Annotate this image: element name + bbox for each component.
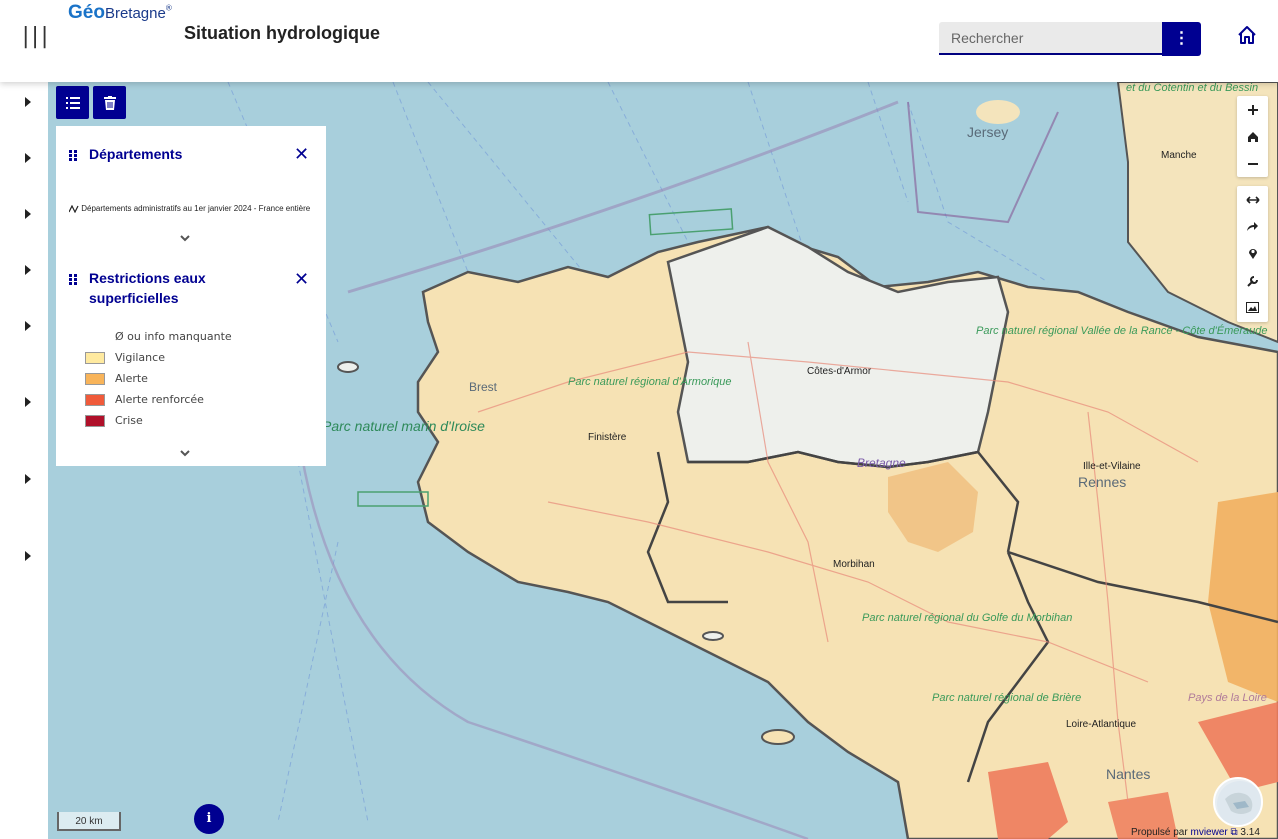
settings-button[interactable] [1237, 267, 1268, 294]
geolocate-button[interactable] [1237, 240, 1268, 267]
rail-expand-icon[interactable] [25, 209, 31, 219]
rail-expand-icon[interactable] [25, 474, 31, 484]
map-label-finistere: Finistère [588, 432, 627, 443]
map-label-nantes: Nantes [1106, 766, 1151, 782]
map-label-parc-rance: Parc naturel régional Vallée de la Rance… [976, 325, 1268, 338]
top-header: ||| GéoBretagne® Situation hydrologique … [0, 0, 1278, 82]
close-icon[interactable]: ✕ [294, 144, 309, 165]
list-icon [65, 96, 80, 109]
scale-bar: 20 km [57, 812, 121, 831]
share-button[interactable] [1237, 213, 1268, 240]
map-label-loire-atlantique: Loire-Atlantique [1066, 719, 1137, 730]
map-label-ille-vilaine: Ille-et-Vilaine [1083, 461, 1141, 472]
zoom-home-button[interactable] [1237, 123, 1268, 150]
map-label-bretagne: Bretagne [857, 456, 906, 470]
credit-text: Propulsé par mviewer ⧉ 3.14 [1131, 827, 1260, 838]
legend-swatch-alerte-renforcee [85, 394, 105, 406]
map-label-brest: Brest [469, 380, 498, 394]
map-label-parc-golfe: Parc naturel régional du Golfe du Morbih… [862, 612, 1072, 625]
legend-swatch-crise [85, 415, 105, 427]
info-button[interactable]: i [194, 804, 224, 834]
external-link-icon: ⧉ [1230, 827, 1238, 838]
legend-swatch-alerte [85, 373, 105, 385]
polyline-icon [68, 204, 79, 214]
rail-expand-icon[interactable] [25, 321, 31, 331]
legend-swatch-vigilance [85, 352, 105, 364]
search-options-button[interactable]: ⋮ [1162, 22, 1201, 56]
close-icon[interactable]: ✕ [294, 269, 309, 290]
trash-icon [103, 95, 116, 110]
mviewer-link[interactable]: mviewer [1190, 827, 1227, 838]
legend-title-line1: Restrictions eaux [89, 270, 206, 286]
measure-arrows-icon [1245, 195, 1260, 204]
share-arrow-icon [1247, 222, 1258, 231]
logo-reg-mark: ® [165, 3, 172, 13]
minus-icon [1247, 162, 1258, 165]
map-label-pays-loire: Pays de la Loire [1188, 692, 1267, 704]
legend-item-label: Vigilance [115, 351, 165, 364]
zoom-toolbar [1237, 96, 1268, 177]
legend-item-label: Crise [115, 414, 143, 427]
wrench-icon [1246, 275, 1258, 287]
drag-handle-icon[interactable] [69, 150, 79, 162]
left-rail [0, 82, 48, 839]
export-image-button[interactable] [1237, 294, 1268, 321]
rail-expand-icon[interactable] [25, 153, 31, 163]
layer-description-text: Départements administratifs au 1er janvi… [81, 204, 311, 213]
image-icon [1246, 302, 1259, 313]
map-marker-icon [1248, 249, 1257, 259]
measure-button[interactable] [1237, 186, 1268, 213]
chevron-down-icon[interactable] [180, 229, 190, 242]
map-label-rennes: Rennes [1078, 474, 1127, 490]
map-label-cotentin: et du Cotentin et du Bessin [1126, 82, 1259, 94]
map-label-cotes-armor: Côtes-d'Armor [807, 366, 872, 377]
logo-bretagne-text: Bretagne [104, 5, 166, 22]
chevron-down-icon[interactable] [180, 444, 190, 457]
overview-map[interactable] [1213, 777, 1263, 827]
zoom-out-button[interactable] [1237, 150, 1268, 177]
rail-expand-icon[interactable] [25, 97, 31, 107]
credit-prefix: Propulsé par [1131, 827, 1188, 838]
layer-list-button[interactable] [56, 86, 89, 119]
map-label-morbihan: Morbihan [833, 559, 875, 570]
rail-expand-icon[interactable] [25, 265, 31, 275]
rail-expand-icon[interactable] [25, 551, 31, 561]
legend-title-restrictions: Restrictions eaux superficielles [89, 268, 206, 308]
map-label-parc-armorique: Parc naturel régional d'Armorique [568, 376, 732, 389]
layer-description: Départements administratifs au 1er janvi… [68, 204, 311, 214]
tools-toolbar [1237, 186, 1268, 322]
rail-expand-icon[interactable] [25, 397, 31, 407]
zoom-in-button[interactable] [1237, 96, 1268, 123]
geobretagne-logo[interactable]: GéoBretagne® [68, 2, 172, 24]
clear-layers-button[interactable] [93, 86, 126, 119]
map-label-parc-briere: Parc naturel régional de Brière [932, 692, 1082, 704]
app-title: Situation hydrologique [184, 23, 380, 43]
drag-handle-icon[interactable] [69, 274, 79, 286]
map-label-manche: Manche [1161, 150, 1197, 161]
legend-panel: Départements ✕ Départements administrati… [56, 126, 326, 466]
map-label-jersey: Jersey [967, 124, 1009, 140]
legend-title-departements: Départements [89, 146, 183, 162]
search-input[interactable] [939, 22, 1162, 55]
map-label-parc-iroise: Parc naturel marin d'Iroise [322, 418, 485, 434]
legend-item-label: Alerte renforcée [115, 393, 204, 406]
home-icon[interactable] [1236, 24, 1258, 46]
legend-item-label: Alerte [115, 372, 148, 385]
logo-geo-text: Géo [68, 2, 105, 23]
legend-item-label: Ø ou info manquante [115, 330, 232, 343]
home-icon [1247, 131, 1258, 142]
hamburger-menu-icon[interactable]: ||| [22, 24, 50, 49]
legend-title-line2: superficielles [89, 290, 179, 306]
version-text: 3.14 [1240, 827, 1260, 838]
plus-icon [1247, 104, 1258, 115]
